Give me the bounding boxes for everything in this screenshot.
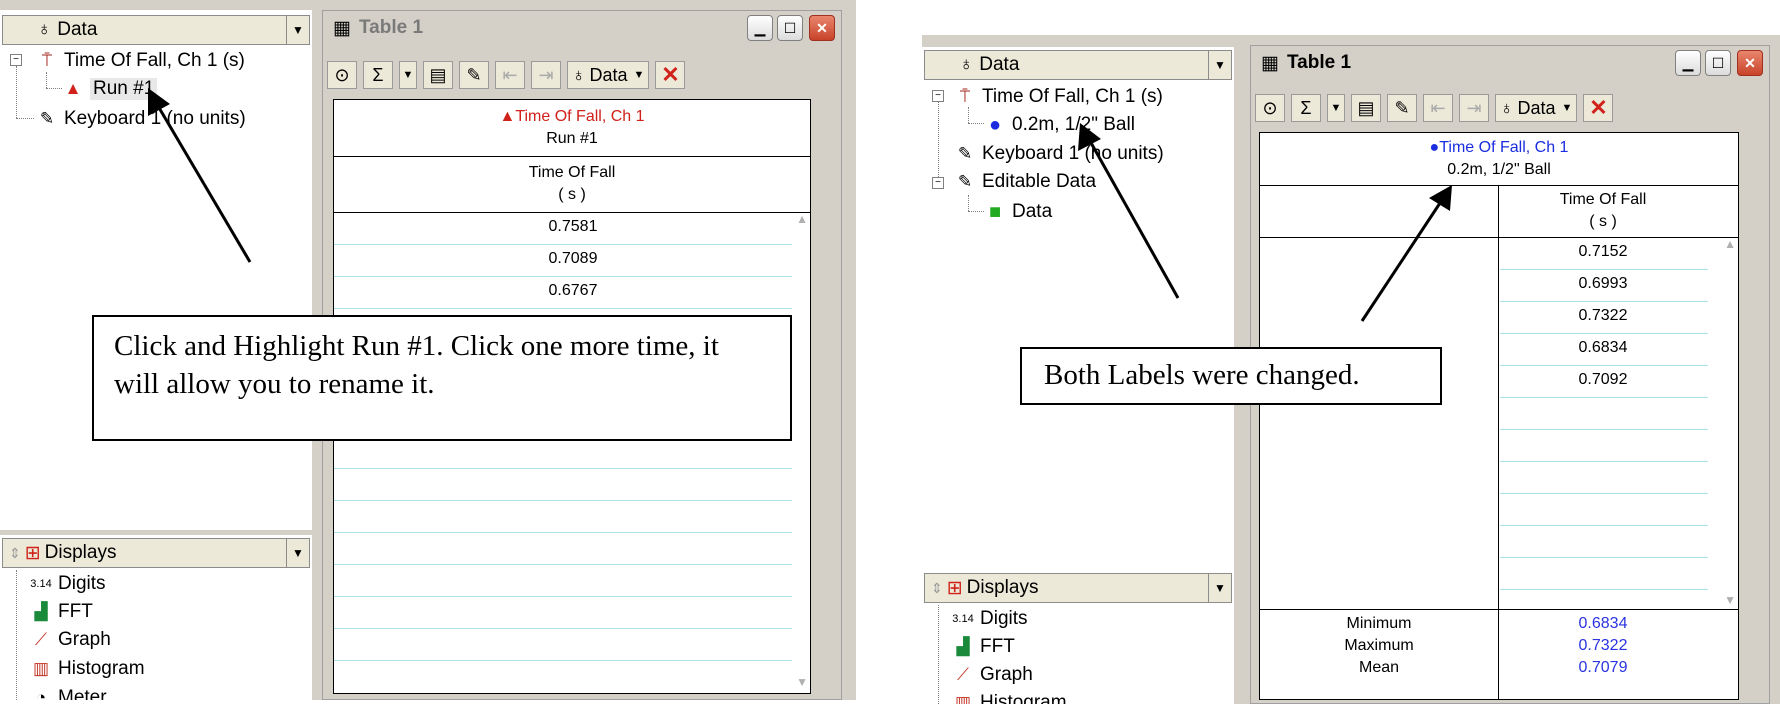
arrow-head	[148, 88, 170, 116]
pointer-arrow	[1088, 140, 1180, 299]
right-screenshot: ♁ Data ▼ − − ⍑ Time Of Fall, Ch 1 (s) ● …	[922, 35, 1780, 704]
arrow-overlay	[148, 88, 252, 263]
arrow-head	[1429, 185, 1452, 211]
left-screenshot: ♁ Data ▼ − ⍑ Time Of Fall, Ch 1 (s) ▲ Ru…	[0, 0, 856, 700]
arrow-head	[1078, 123, 1101, 151]
arrow-overlay	[1078, 123, 1452, 322]
pointer-arrow	[1360, 199, 1444, 322]
pointer-arrow	[156, 105, 252, 263]
